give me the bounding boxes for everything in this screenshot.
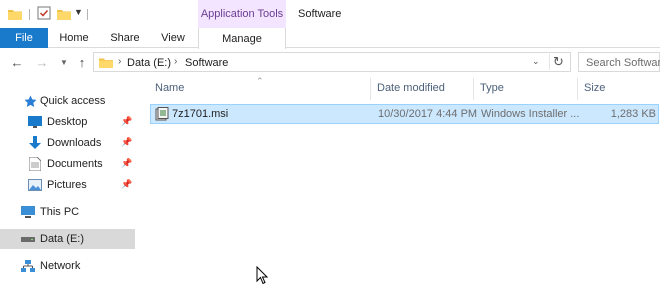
- tab-home[interactable]: Home: [52, 28, 96, 48]
- navigation-bar: ← → ▼ ↑ › Data (E:) › Software ⌄ ↻ Searc…: [0, 49, 660, 75]
- back-arrow-icon[interactable]: ←: [9, 53, 25, 71]
- tab-manage[interactable]: Manage: [198, 28, 286, 49]
- refresh-icon[interactable]: ↻: [549, 54, 567, 70]
- desktop-icon: [28, 115, 42, 129]
- network-icon: [21, 259, 35, 273]
- navigation-pane: Quick access Desktop 📌 Downloads 📌 Docum…: [0, 76, 135, 287]
- sidebar-item-label: Pictures: [47, 179, 87, 191]
- file-list: ⌃ Name Date modified Type Size 7z1701.ms…: [136, 76, 660, 287]
- context-tab-group-label: Application Tools: [198, 0, 286, 28]
- file-date-modified: 10/30/2017 4:44 PM: [378, 108, 478, 120]
- installer-file-icon: [155, 107, 169, 121]
- pictures-icon: [28, 178, 42, 192]
- documents-icon: [28, 157, 42, 171]
- sidebar-item-label: Quick access: [40, 95, 106, 107]
- ribbon-tabs: File Home Share View Manage: [0, 28, 660, 49]
- toolbar-separator: [87, 9, 88, 20]
- new-folder-icon[interactable]: [57, 8, 71, 20]
- download-icon: [28, 136, 42, 150]
- sidebar-item-label: Documents: [47, 158, 103, 170]
- sidebar-item-quick-access[interactable]: Quick access: [0, 91, 135, 111]
- breadcrumb-data-drive[interactable]: Data (E:): [127, 57, 171, 69]
- chevron-right-icon[interactable]: ›: [174, 56, 177, 67]
- search-placeholder: Search Software: [586, 57, 660, 69]
- sidebar-item-desktop[interactable]: Desktop 📌: [0, 112, 135, 132]
- table-row[interactable]: 7z1701.msi 10/30/2017 4:44 PM Windows In…: [150, 104, 659, 124]
- column-divider[interactable]: [370, 78, 371, 100]
- sidebar-item-this-pc[interactable]: This PC: [0, 202, 135, 222]
- sidebar-item-network[interactable]: Network: [0, 256, 135, 276]
- breadcrumb-software[interactable]: Software: [185, 57, 228, 69]
- sidebar-item-label: Downloads: [47, 137, 102, 149]
- file-explorer-window: ▼ Application Tools Software File Home S…: [0, 0, 660, 287]
- chevron-down-icon[interactable]: ⌄: [532, 56, 540, 67]
- column-header-size[interactable]: Size: [584, 82, 605, 94]
- sidebar-item-documents[interactable]: Documents 📌: [0, 154, 135, 174]
- file-size: 1,283 KB: [610, 108, 656, 120]
- recent-locations-icon[interactable]: ▼: [56, 53, 72, 71]
- file-type: Windows Installer ...: [481, 108, 580, 120]
- sidebar-item-pictures[interactable]: Pictures 📌: [0, 175, 135, 195]
- tab-share[interactable]: Share: [103, 28, 147, 48]
- drive-icon: [21, 232, 35, 246]
- sidebar-item-downloads[interactable]: Downloads 📌: [0, 133, 135, 153]
- column-divider[interactable]: [577, 78, 578, 100]
- tab-file[interactable]: File: [0, 28, 48, 48]
- column-header-type[interactable]: Type: [480, 82, 504, 94]
- sidebar-item-label: This PC: [40, 206, 80, 218]
- sidebar-item-label: Data (E:): [40, 233, 85, 245]
- customize-toolbar-icon[interactable]: ▼: [74, 7, 83, 23]
- folder-icon[interactable]: [8, 8, 22, 20]
- window-title: Software: [298, 8, 342, 20]
- pin-icon[interactable]: 📌: [121, 116, 132, 127]
- sidebar-item-label: Desktop: [47, 116, 88, 128]
- tab-view[interactable]: View: [151, 28, 195, 48]
- column-divider[interactable]: [473, 78, 474, 100]
- up-arrow-icon[interactable]: ↑: [74, 53, 90, 71]
- address-bar[interactable]: › Data (E:) › Software ⌄ ↻: [93, 52, 571, 72]
- computer-icon: [21, 205, 35, 219]
- folder-icon: [99, 58, 113, 68]
- mouse-cursor-icon: [256, 266, 268, 285]
- star-icon: [23, 94, 37, 108]
- chevron-right-icon[interactable]: ›: [118, 56, 121, 67]
- pin-icon[interactable]: 📌: [121, 158, 132, 169]
- sort-ascending-icon: ⌃: [256, 76, 264, 86]
- sidebar-item-label: Network: [40, 260, 81, 272]
- forward-arrow-icon[interactable]: →: [34, 53, 50, 71]
- pin-icon[interactable]: 📌: [121, 179, 132, 190]
- column-header-name[interactable]: Name: [155, 82, 184, 94]
- search-input[interactable]: Search Software: [578, 52, 660, 72]
- sidebar-item-data-drive[interactable]: Data (E:): [0, 229, 135, 249]
- title-bar: ▼ Application Tools Software: [0, 0, 660, 28]
- pin-icon[interactable]: 📌: [121, 137, 132, 148]
- properties-icon[interactable]: [37, 6, 51, 20]
- toolbar-separator: [29, 9, 30, 20]
- file-name: 7z1701.msi: [172, 108, 229, 120]
- column-header-date-modified[interactable]: Date modified: [377, 82, 445, 94]
